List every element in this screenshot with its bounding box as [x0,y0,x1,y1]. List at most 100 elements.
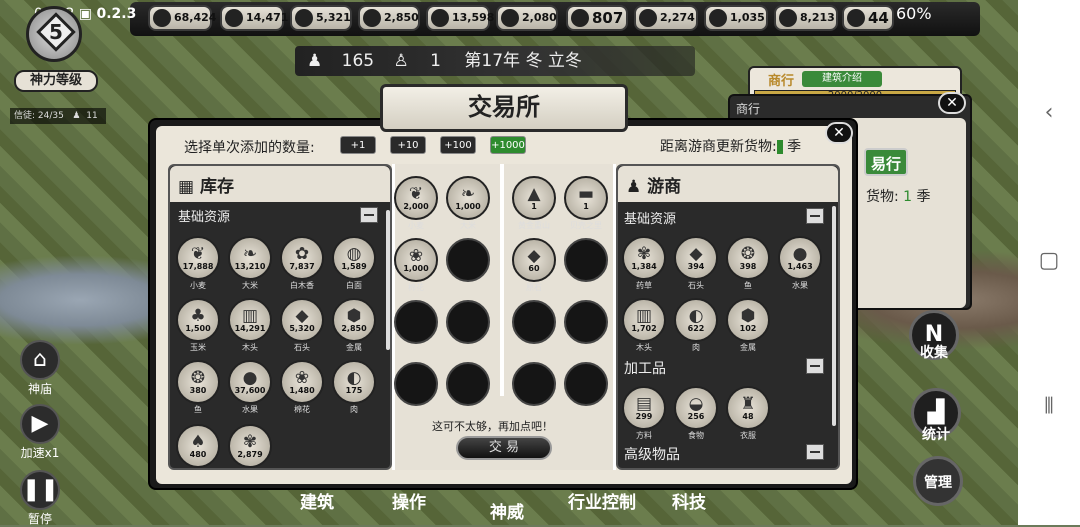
empty-slot[interactable] [446,300,490,344]
resource-item[interactable]: ◍ 1,589 [332,236,376,280]
building-intro-tab[interactable]: 建筑介绍 [802,71,882,87]
resource-item[interactable]: ▥ 1,702 [622,298,666,342]
resource-icon: ▥ [635,306,653,326]
manage-button[interactable]: 管理 [910,456,966,506]
trade-warning: 这可不太够，再加点吧！ [432,420,553,433]
resource-item[interactable]: ▤ 299 [622,386,666,430]
resource-icon: ✾ [636,244,652,264]
empty-slot[interactable] [512,300,556,344]
resource-icon: ♣ [190,306,206,326]
resource-item[interactable]: ◆ 60 [512,238,556,282]
pause-button[interactable]: ❚❚ 暂停 [14,470,66,527]
resource-item[interactable]: ⬢ 102 [726,298,770,342]
resource-reed: 8,213 [774,5,838,31]
resource-item[interactable]: ⬢ 2,850 [332,298,376,342]
empty-slot[interactable] [394,300,438,344]
god-level-label: 神力等级 [14,70,98,92]
item-name: 黄金重山 [518,221,550,230]
resource-item[interactable]: ◆ 5,320 [280,298,324,342]
merchant-section-basic: 基础资源 [624,212,677,227]
resource-item[interactable]: ❂ 380 [176,360,220,404]
resource-icon: ❀ [294,368,310,388]
tool-icon [571,9,589,27]
resource-item[interactable]: ♜ 48 [726,386,770,430]
resource-item[interactable]: ♠ 480 [176,424,220,468]
nav-build[interactable]: 建筑 [300,488,334,513]
game-date: 第17年 冬 立冬 [464,51,582,71]
item-name: 小麦 [408,221,424,230]
collapse-icon[interactable] [806,358,824,374]
speed-button[interactable]: ▶ 加速x1 [14,404,66,461]
collect-button[interactable]: N 收集 [906,310,962,362]
item-name: 白面 [346,281,362,290]
resource-icon: ◐ [688,306,704,326]
resource-item[interactable]: ❧ 13,210 [228,236,272,280]
item-name: 原石 [526,283,542,292]
inventory-title: ▦ 库存 [178,177,234,197]
resource-item[interactable]: ● 1,463 [778,236,822,280]
date-bar: ♟ 165 ♙ 1 第17年 冬 立冬 [295,46,695,76]
empty-slot[interactable] [564,362,608,406]
collapse-icon[interactable] [360,207,378,223]
empty-slot[interactable] [564,300,608,344]
nav-tech[interactable]: 科技 [672,488,706,513]
pause-icon: ❚❚ [20,470,60,510]
scrollbar[interactable] [832,206,836,426]
empty-slot[interactable] [446,362,490,406]
trade-button[interactable]: 交 易 [456,436,552,460]
resource-item[interactable]: ✿ 7,837 [280,236,324,280]
qty-button-3[interactable]: +1000 [490,136,526,154]
item-name: 肉 [692,343,700,352]
back-icon[interactable]: ‹ [1036,100,1062,126]
nav-divine[interactable]: 神威 [490,498,524,523]
close-icon[interactable]: ✕ [938,92,966,114]
god-level-badge[interactable]: 5 神力等级 [14,4,98,92]
qty-button-1[interactable]: +10 [390,136,426,154]
collapse-icon[interactable] [806,208,824,224]
empty-slot[interactable] [564,238,608,282]
bread-icon [225,9,243,27]
qty-button-0[interactable]: +1 [340,136,376,154]
trade-open-button[interactable]: 易行 [864,148,908,176]
empty-slot[interactable] [512,362,556,406]
stats-button[interactable]: ▟ 统计 [908,388,964,444]
pot-icon [639,9,657,27]
resource-chest: 44 [842,5,894,31]
qty-button-2[interactable]: +100 [440,136,476,154]
resource-item[interactable]: ❂ 398 [726,236,770,280]
leaf-icon [709,9,727,27]
population-icon: ♟ [307,51,323,71]
resource-item[interactable]: ◐ 175 [332,360,376,404]
resource-item[interactable]: ◒ 256 [674,386,718,430]
resource-item[interactable]: ▥ 14,291 [228,298,272,342]
resource-item[interactable]: ✾ 1,384 [622,236,666,280]
inventory-section-basic: 基础资源 [178,210,231,225]
resource-cloth: 2,080 [496,5,558,31]
resource-icon: ▬ [577,184,595,204]
resource-item[interactable]: ◆ 394 [674,236,718,280]
resource-item[interactable]: ▲ 1 [512,176,556,220]
nav-operate[interactable]: 操作 [392,488,426,513]
temple-button[interactable]: ⌂ 神庙 [14,340,66,397]
resource-item[interactable]: ❀ 1,480 [280,360,324,404]
empty-slot[interactable] [446,238,490,282]
resource-icon: ❂ [190,368,206,388]
resource-item[interactable]: ❦ 17,888 [176,236,220,280]
recents-icon[interactable]: ⦀ [1036,394,1062,420]
empty-slot[interactable] [394,362,438,406]
collapse-icon[interactable] [806,444,824,460]
resource-item[interactable]: ✾ 2,879 [228,424,272,468]
resource-item[interactable]: ❀ 1,000 [394,238,438,282]
scrollbar[interactable] [386,210,390,350]
resource-item[interactable]: ♣ 1,500 [176,298,220,342]
item-name: 衣服 [740,431,756,440]
nav-industry[interactable]: 行业控制 [568,488,636,513]
resource-item[interactable]: ◐ 622 [674,298,718,342]
close-icon[interactable]: ✕ [825,122,853,144]
resource-item[interactable]: ❧ 1,000 [446,176,490,220]
android-nav-bar: ‹ ▢ ⦀ [1018,0,1080,525]
resource-item[interactable]: ▬ 1 [564,176,608,220]
resource-item[interactable]: ❦ 2,000 [394,176,438,220]
home-icon[interactable]: ▢ [1036,248,1062,274]
resource-item[interactable]: ● 37,600 [228,360,272,404]
